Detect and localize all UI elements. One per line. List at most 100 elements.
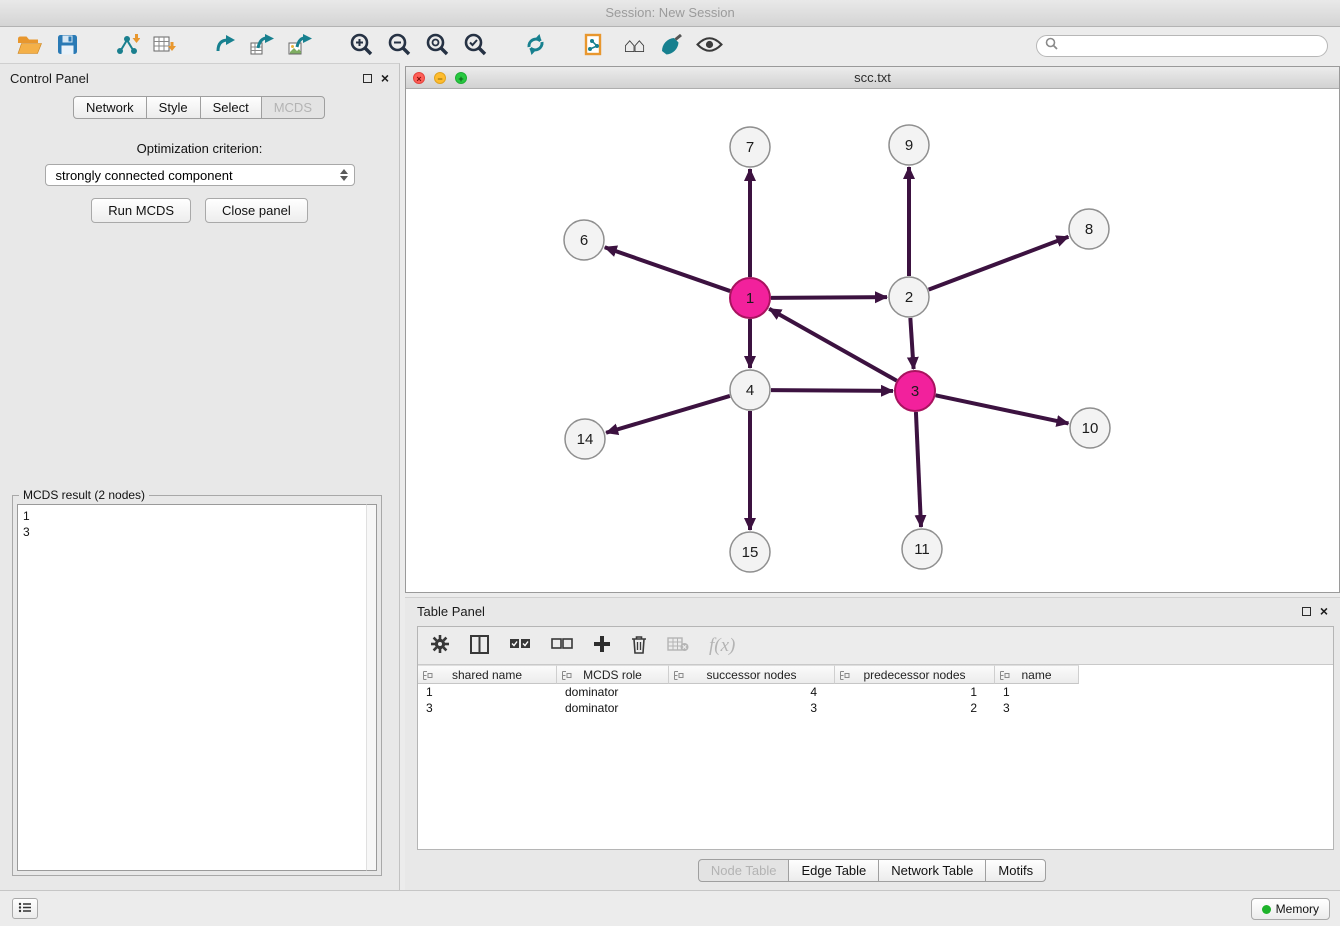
column-header-MCDS-role[interactable]: MCDS role (557, 665, 669, 684)
function-builder-button[interactable]: f(x) (709, 635, 735, 657)
node-4[interactable]: 4 (730, 370, 770, 410)
zoom-fit-button[interactable] (418, 30, 456, 62)
delete-table-button[interactable] (667, 636, 689, 655)
export-image-button[interactable] (282, 30, 320, 62)
import-network-icon (114, 33, 140, 59)
mcds-result-list[interactable]: 13 (17, 504, 377, 871)
tab-network[interactable]: Network (73, 96, 147, 119)
table-cell[interactable]: 1 (418, 684, 557, 700)
run-mcds-button[interactable]: Run MCDS (91, 198, 191, 223)
create-column-button[interactable] (593, 635, 611, 656)
network-from-selection-button[interactable] (576, 30, 614, 62)
float-table-panel-icon[interactable] (1302, 607, 1311, 616)
task-history-button[interactable] (12, 898, 38, 919)
svg-text:15: 15 (742, 544, 759, 561)
close-window-icon[interactable]: × (413, 72, 425, 84)
edge-4-14[interactable] (606, 396, 730, 433)
edge-1-2[interactable] (771, 297, 887, 298)
column-header-name[interactable]: name (995, 665, 1079, 684)
import-network-button[interactable] (108, 30, 146, 62)
node-8[interactable]: 8 (1069, 209, 1109, 249)
table-cell[interactable]: 1 (995, 684, 1079, 700)
zoom-out-button[interactable] (380, 30, 418, 62)
first-neighbors-button[interactable]: ⌂⌂ (614, 30, 652, 62)
apply-layout-button[interactable] (516, 30, 554, 62)
export-table-button[interactable] (244, 30, 282, 62)
minimize-window-icon[interactable]: − (434, 72, 446, 84)
table-cell[interactable]: 4 (669, 684, 835, 700)
unselect-all-columns-button[interactable] (551, 638, 573, 653)
table-cell[interactable]: dominator (557, 700, 669, 716)
table-tab-motifs[interactable]: Motifs (985, 859, 1046, 882)
column-header-shared-name[interactable]: shared name (418, 665, 557, 684)
node-14[interactable]: 14 (565, 419, 605, 459)
save-session-button[interactable] (48, 30, 86, 62)
refresh-icon (523, 33, 548, 59)
column-tree-icon (839, 670, 850, 684)
criterion-dropdown[interactable]: strongly connected component (45, 164, 355, 186)
export-network-button[interactable] (206, 30, 244, 62)
table-cell[interactable]: 1 (835, 684, 995, 700)
node-6[interactable]: 6 (564, 220, 604, 260)
table-settings-button[interactable] (430, 634, 450, 657)
close-table-panel-icon[interactable]: × (1320, 606, 1328, 616)
table-cell[interactable]: 3 (995, 700, 1079, 716)
edge-4-3[interactable] (771, 390, 893, 391)
table-cell[interactable]: dominator (557, 684, 669, 700)
control-panel-title: Control Panel (10, 71, 89, 86)
tab-style[interactable]: Style (146, 96, 201, 119)
zoom-selected-button[interactable] (456, 30, 494, 62)
column-header-predecessor-nodes[interactable]: predecessor nodes (835, 665, 995, 684)
network-canvas[interactable]: 7 9 6 8 1 2 4 3 14 10 15 11 (406, 89, 1339, 592)
close-panel-x-icon[interactable]: × (381, 73, 389, 83)
search-box[interactable] (1036, 35, 1328, 57)
search-input[interactable] (1062, 38, 1319, 54)
apply-style-button[interactable] (652, 30, 690, 62)
trash-icon (631, 635, 647, 657)
column-header-successor-nodes[interactable]: successor nodes (669, 665, 835, 684)
result-scrollbar[interactable] (366, 504, 377, 871)
edge-2-3[interactable] (910, 318, 913, 369)
node-2[interactable]: 2 (889, 277, 929, 317)
memory-button[interactable]: Memory (1251, 898, 1330, 920)
table-cell[interactable]: 2 (835, 700, 995, 716)
tab-mcds[interactable]: MCDS (261, 96, 325, 119)
table-row[interactable]: 1dominator411 (418, 684, 1333, 700)
tab-select[interactable]: Select (200, 96, 262, 119)
zoom-in-button[interactable] (342, 30, 380, 62)
maximize-window-icon[interactable]: + (455, 72, 467, 84)
edge-3-10[interactable] (936, 395, 1069, 423)
open-session-button[interactable] (10, 30, 48, 62)
edge-2-8[interactable] (929, 237, 1069, 290)
close-panel-button[interactable]: Close panel (205, 198, 308, 223)
import-table-button[interactable] (146, 30, 184, 62)
table-tab-node-table[interactable]: Node Table (698, 859, 790, 882)
edge-3-11[interactable] (916, 412, 921, 527)
list-icon (18, 901, 32, 916)
node-1[interactable]: 1 (730, 278, 770, 318)
node-3[interactable]: 3 (895, 371, 935, 411)
table-tab-edge-table[interactable]: Edge Table (788, 859, 879, 882)
table-cell[interactable]: 3 (418, 700, 557, 716)
node-11[interactable]: 11 (902, 529, 942, 569)
window-titlebar[interactable]: Session: New Session (0, 0, 1340, 27)
edge-1-6[interactable] (605, 247, 730, 291)
select-all-columns-button[interactable] (509, 638, 531, 653)
node-7[interactable]: 7 (730, 127, 770, 167)
show-graphics-details-button[interactable] (690, 30, 728, 62)
control-panel-tabs: NetworkStyleSelectMCDS (0, 96, 399, 119)
delete-column-button[interactable] (631, 635, 647, 657)
node-10[interactable]: 10 (1070, 408, 1110, 448)
show-columns-button[interactable] (470, 635, 489, 657)
network-window-titlebar[interactable]: × − + scc.txt (406, 67, 1339, 89)
table-tab-network-table[interactable]: Network Table (878, 859, 986, 882)
node-15[interactable]: 15 (730, 532, 770, 572)
traffic-lights: × − + (413, 72, 467, 84)
table-cell[interactable]: 3 (669, 700, 835, 716)
float-panel-icon[interactable] (363, 74, 372, 83)
svg-text:4: 4 (746, 382, 754, 399)
table-row[interactable]: 3dominator323 (418, 700, 1333, 716)
node-9[interactable]: 9 (889, 125, 929, 165)
mcds-result-title: MCDS result (2 nodes) (19, 488, 149, 502)
edge-3-1[interactable] (769, 309, 897, 381)
